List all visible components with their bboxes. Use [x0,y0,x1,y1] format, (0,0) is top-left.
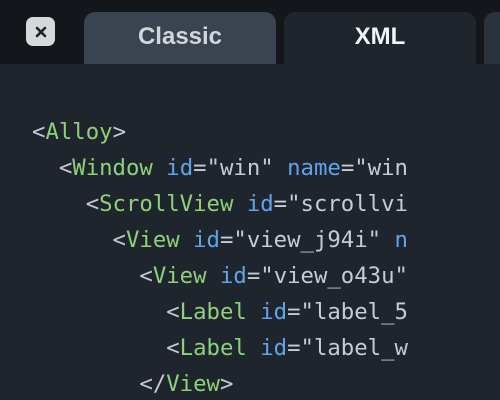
code-punctuation: = [340,155,355,181]
code-line: <Label id="label_5 [32,294,408,330]
code-line: </View> [32,366,233,400]
tab-classic-label: Classic [137,23,223,50]
code-punctuation: = [246,263,261,289]
code-attribute-name: id [166,155,194,181]
code-punctuation: < [32,191,100,217]
code-tag-name: View [152,263,207,289]
code-punctuation [153,155,166,181]
code-punctuation: < [32,299,180,325]
code-attribute-name: id [260,335,288,361]
xml-code-editor[interactable]: <Alloy> <Window id="win" name="win <Scro… [0,64,500,400]
code-line: <Label id="label_w [32,330,408,366]
code-punctuation: > [112,119,126,145]
code-tag-name: Alloy [45,119,113,145]
code-punctuation: < [32,119,46,145]
code-punctuation [180,227,193,253]
code-punctuation: </ [32,371,167,397]
tab-bar: Classic XML [0,0,500,64]
code-punctuation: < [32,227,126,253]
code-attribute-value: "label_w [300,335,408,361]
code-punctuation: = [287,299,301,325]
code-tag-name: Label [179,299,247,325]
tab-classic[interactable]: Classic [84,12,276,64]
code-attribute-value: "view_j94i" [233,227,382,253]
code-attribute-value: "label_5 [300,299,408,325]
code-punctuation [207,263,220,289]
code-tag-name: Window [72,155,153,181]
code-attribute-name: id [193,227,220,253]
code-line: <View id="view_j94i" n [32,222,408,258]
code-punctuation: = [287,335,301,361]
code-attribute-value: "view_o43u" [260,263,408,289]
code-punctuation: < [32,263,153,289]
code-punctuation: = [219,227,234,253]
code-punctuation [381,227,394,253]
tab-xml-label: XML [354,23,406,50]
code-tag-name: Label [179,335,247,361]
code-punctuation [247,299,260,325]
code-tag-name: View [166,371,220,397]
close-button[interactable] [26,17,55,46]
code-punctuation [233,191,246,217]
code-line: <Alloy> [32,114,126,150]
editor-window: Classic XML <Alloy> <Window id="win" nam… [0,0,500,400]
code-attribute-value: "scrollvi [287,191,408,217]
code-punctuation [274,155,287,181]
code-attribute-name: id [260,299,288,325]
code-tag-name: View [125,227,180,253]
code-attribute-name: name [287,155,341,181]
code-punctuation: = [193,155,207,181]
code-tag-name: ScrollView [99,191,234,217]
code-punctuation: < [32,155,73,181]
code-line: <ScrollView id="scrollvi [32,186,408,222]
code-punctuation [247,335,260,361]
code-attribute-name: n [394,227,408,253]
code-attribute-name: id [219,263,247,289]
code-punctuation: > [219,371,234,397]
code-punctuation: < [32,335,180,361]
tab-overflow[interactable] [484,12,500,64]
code-attribute-value: "win [354,155,408,181]
code-line: <Window id="win" name="win [32,150,408,186]
code-punctuation: = [273,191,288,217]
close-icon [35,26,46,37]
code-attribute-name: id [246,191,274,217]
tab-xml[interactable]: XML [284,12,476,64]
code-line: <View id="view_o43u" [32,258,408,294]
code-attribute-value: "win" [206,155,274,181]
